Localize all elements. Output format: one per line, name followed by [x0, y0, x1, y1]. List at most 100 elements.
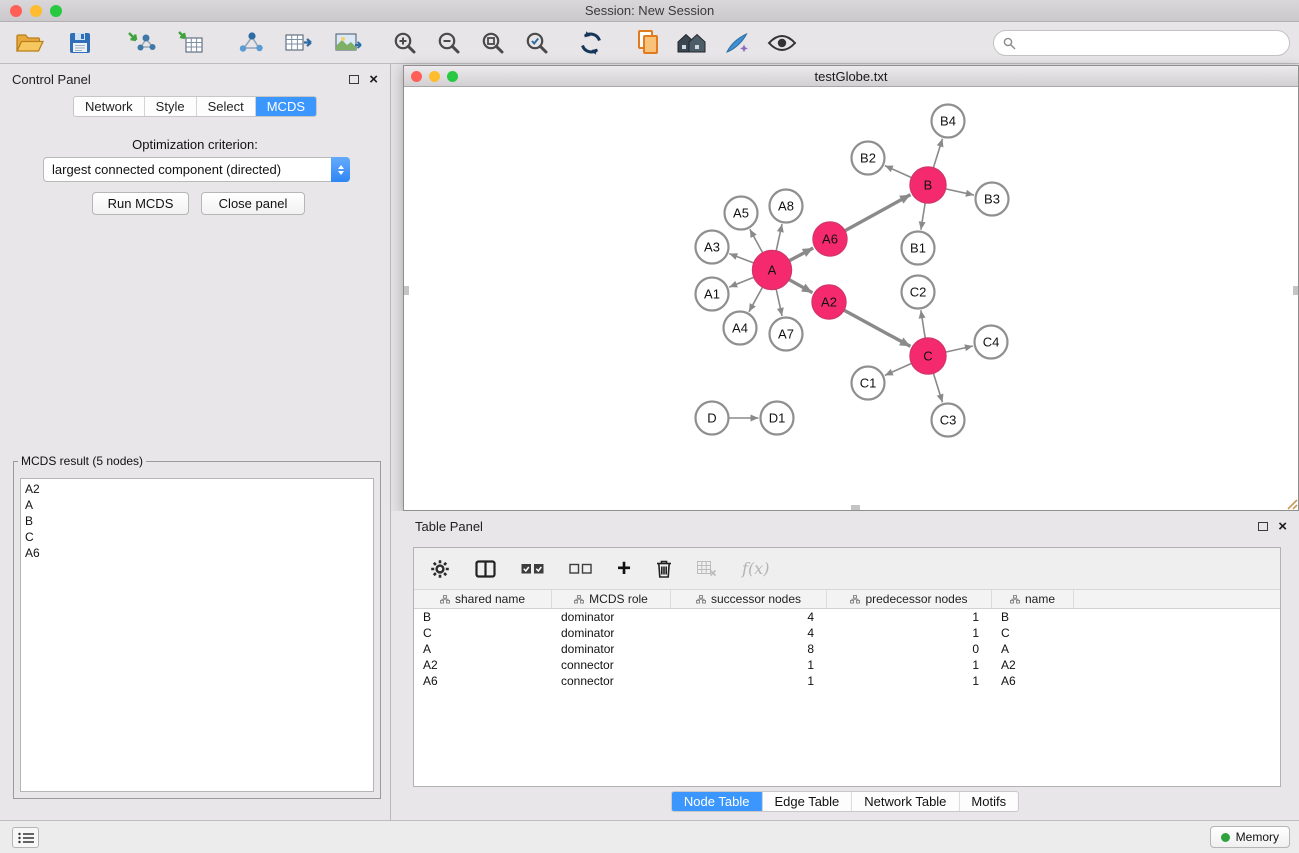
- graph-node-C1[interactable]: C1: [852, 367, 885, 400]
- zoom-selected-button[interactable]: [524, 26, 550, 60]
- show-hide-button[interactable]: [767, 26, 797, 60]
- graph-node-D1[interactable]: D1: [761, 402, 794, 435]
- optimization-dropdown[interactable]: largest connected component (directed): [43, 157, 350, 182]
- graph-node-C4[interactable]: C4: [975, 326, 1008, 359]
- graph-edge-C-C1[interactable]: [885, 363, 912, 375]
- network-window-titlebar[interactable]: testGlobe.txt: [404, 66, 1298, 87]
- function-builder-button[interactable]: f(x): [742, 552, 769, 586]
- graph-edge-A-A2[interactable]: [789, 280, 812, 293]
- mcds-result-item[interactable]: B: [25, 513, 369, 529]
- mcds-result-item[interactable]: A6: [25, 545, 369, 561]
- graph-edge-A6-B[interactable]: [845, 195, 911, 231]
- table-row[interactable]: A2connector11A2: [414, 657, 1280, 673]
- float-table-panel-button[interactable]: [1258, 522, 1268, 531]
- graph-edge-A2-C[interactable]: [844, 310, 911, 346]
- graph-edge-C-C2[interactable]: [921, 310, 925, 338]
- graph-node-A3[interactable]: A3: [696, 231, 729, 264]
- column-header-shared-name[interactable]: shared name: [414, 590, 552, 608]
- open-session-button[interactable]: [14, 26, 44, 60]
- tab-style[interactable]: Style: [145, 97, 197, 116]
- column-header-mcds-role[interactable]: MCDS role: [552, 590, 671, 608]
- scrollbar-horizontal[interactable]: [851, 505, 860, 510]
- select-all-rows-button[interactable]: [521, 552, 544, 586]
- graph-node-C[interactable]: C: [910, 338, 946, 374]
- mcds-result-list[interactable]: A2ABCA6: [20, 478, 374, 792]
- graph-node-A1[interactable]: A1: [696, 278, 729, 311]
- tab-network-table[interactable]: Network Table: [852, 792, 959, 811]
- run-mcds-button[interactable]: Run MCDS: [92, 192, 189, 215]
- column-header-successor-nodes[interactable]: successor nodes: [671, 590, 827, 608]
- mcds-result-item[interactable]: A2: [25, 481, 369, 497]
- close-panel-button[interactable]: ×: [369, 72, 378, 87]
- graph-edge-A-A4[interactable]: [749, 287, 763, 312]
- delete-column-button[interactable]: [656, 552, 672, 586]
- column-visibility-button[interactable]: [475, 552, 496, 586]
- table-row[interactable]: A6connector11A6: [414, 673, 1280, 689]
- graph-node-B4[interactable]: B4: [932, 105, 965, 138]
- graph-node-D[interactable]: D: [696, 402, 729, 435]
- graph-edge-A-A1[interactable]: [729, 277, 754, 287]
- tab-select[interactable]: Select: [197, 97, 256, 116]
- network-canvas[interactable]: B4B2BB3A5A8A6A3AB1A1A2C2A4A7C4CC1DD1C3: [404, 87, 1298, 510]
- graph-node-A4[interactable]: A4: [724, 312, 757, 345]
- table-settings-button[interactable]: [430, 552, 450, 586]
- column-header-name[interactable]: name: [992, 590, 1074, 608]
- graph-edge-A-A7[interactable]: [776, 289, 782, 316]
- memory-button[interactable]: Memory: [1210, 826, 1290, 848]
- table-row[interactable]: Cdominator41C: [414, 625, 1280, 641]
- graph-node-B3[interactable]: B3: [976, 183, 1009, 216]
- graph-node-B[interactable]: B: [910, 167, 946, 203]
- close-table-panel-button[interactable]: ×: [1278, 519, 1287, 534]
- graph-edge-C-C3[interactable]: [933, 373, 942, 402]
- tab-edge-table[interactable]: Edge Table: [762, 792, 852, 811]
- save-session-button[interactable]: [68, 26, 92, 60]
- task-history-button[interactable]: [12, 827, 39, 848]
- search-box[interactable]: [993, 30, 1290, 56]
- graph-edge-B-B1[interactable]: [921, 203, 925, 230]
- graph-edge-A-A3[interactable]: [729, 254, 754, 263]
- tab-network[interactable]: Network: [74, 97, 145, 116]
- resize-grip-icon[interactable]: [1284, 496, 1298, 510]
- graph-node-C3[interactable]: C3: [932, 404, 965, 437]
- zoom-fit-button[interactable]: [480, 26, 506, 60]
- float-panel-button[interactable]: [349, 75, 359, 84]
- style-brush-button[interactable]: [723, 26, 751, 60]
- graph-node-C2[interactable]: C2: [902, 276, 935, 309]
- export-image-button[interactable]: [334, 26, 362, 60]
- deselect-all-rows-button[interactable]: [569, 552, 592, 586]
- graph-node-B1[interactable]: B1: [902, 232, 935, 265]
- tab-node-table[interactable]: Node Table: [672, 792, 763, 811]
- import-table-button[interactable]: [176, 26, 204, 60]
- import-network-button[interactable]: [126, 26, 156, 60]
- graph-edge-A-A5[interactable]: [750, 229, 763, 253]
- graph-node-A6[interactable]: A6: [813, 222, 847, 256]
- graph-node-A7[interactable]: A7: [770, 318, 803, 351]
- graph-edge-A-A8[interactable]: [776, 224, 782, 251]
- search-input[interactable]: [1021, 33, 1289, 53]
- export-table-button[interactable]: [284, 26, 314, 60]
- graph-edge-A-A6[interactable]: [789, 248, 813, 261]
- clone-network-button[interactable]: [236, 26, 264, 60]
- graph-edge-C-C4[interactable]: [946, 346, 973, 352]
- tab-motifs[interactable]: Motifs: [959, 792, 1018, 811]
- duplicate-network-button[interactable]: [636, 26, 660, 60]
- mcds-result-item[interactable]: C: [25, 529, 369, 545]
- graph-edge-B-B3[interactable]: [946, 189, 974, 195]
- table-row[interactable]: Bdominator41B: [414, 609, 1280, 625]
- graph-node-A[interactable]: A: [753, 251, 792, 290]
- graph-node-A8[interactable]: A8: [770, 190, 803, 223]
- scrollbar-vertical[interactable]: [1293, 286, 1298, 295]
- graph-edge-B-B2[interactable]: [885, 166, 912, 178]
- graph-edge-B-B4[interactable]: [933, 139, 942, 168]
- delete-table-button[interactable]: [697, 552, 717, 586]
- refresh-layout-button[interactable]: [578, 26, 604, 60]
- graph-node-A2[interactable]: A2: [812, 285, 846, 319]
- column-header-predecessor-nodes[interactable]: predecessor nodes: [827, 590, 992, 608]
- table-row[interactable]: Adominator80A: [414, 641, 1280, 657]
- show-all-networks-button[interactable]: [676, 26, 707, 60]
- mcds-result-item[interactable]: A: [25, 497, 369, 513]
- zoom-in-button[interactable]: [392, 26, 418, 60]
- add-column-button[interactable]: +: [617, 552, 631, 586]
- tab-mcds[interactable]: MCDS: [256, 97, 316, 116]
- graph-node-B2[interactable]: B2: [852, 142, 885, 175]
